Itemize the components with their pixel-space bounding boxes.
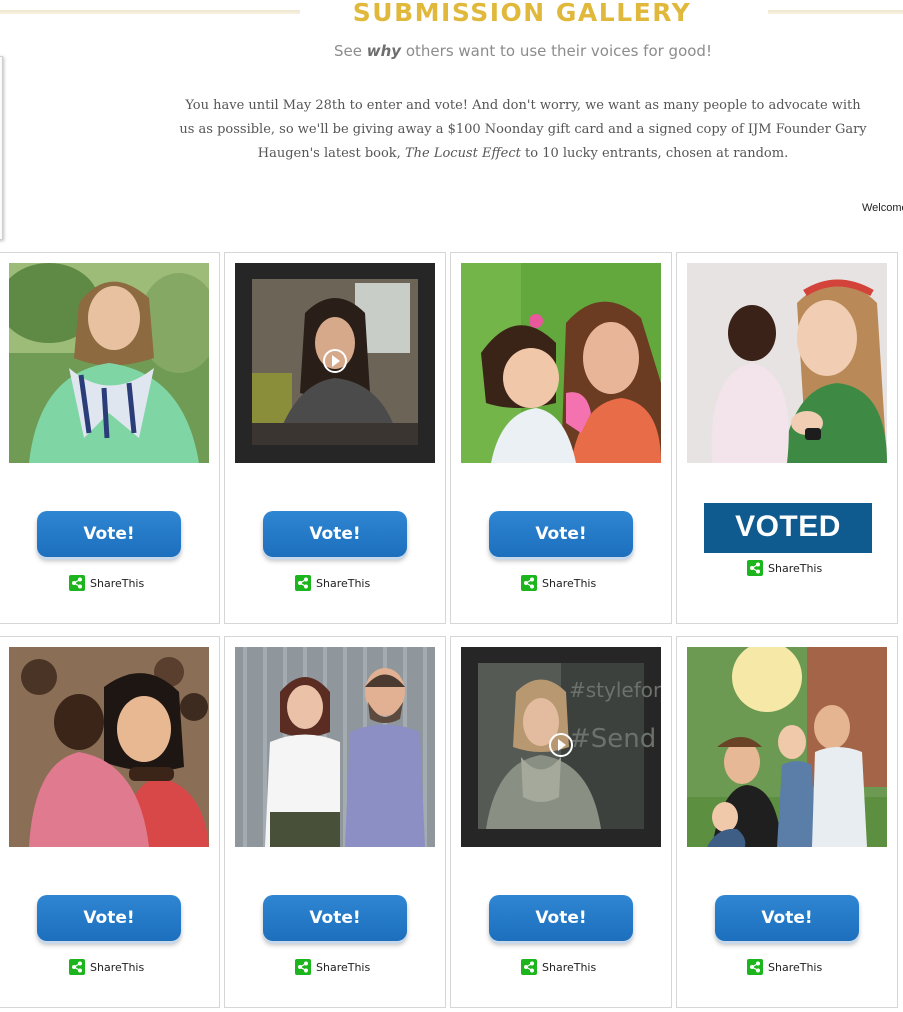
entry-video-2[interactable] (235, 263, 435, 463)
vote-button-5[interactable]: Vote! (37, 895, 181, 941)
voted-badge: VOTED (704, 503, 872, 553)
welcome-text: Welcome (862, 202, 903, 214)
sharethis-link-8[interactable]: ShareThis (747, 959, 822, 975)
vote-button-7[interactable]: Vote! (489, 895, 633, 941)
page-title: SUBMISSION GALLERY (352, 0, 692, 27)
vote-button-3[interactable]: Vote! (489, 511, 633, 557)
entry-card-5: Vote! ShareThis (0, 636, 220, 1008)
intro-text-end: to 10 lucky entrants, chosen at random. (520, 146, 789, 161)
entry-card-3: Vote! ShareThis (450, 252, 672, 624)
entry-video-7[interactable]: #styleforj #Send (461, 647, 661, 847)
svg-text:#styleforj: #styleforj (569, 678, 661, 702)
share-icon (295, 575, 311, 591)
share-icon (521, 575, 537, 591)
entry-photo-6[interactable] (235, 647, 435, 847)
vote-button-1[interactable]: Vote! (37, 511, 181, 557)
page-subtitle: See why others want to use their voices … (0, 42, 903, 60)
contest-intro: You have until May 28th to enter and vot… (176, 94, 870, 166)
share-label: ShareThis (542, 960, 597, 974)
sharethis-link-3[interactable]: ShareThis (521, 575, 596, 591)
vote-button-6[interactable]: Vote! (263, 895, 407, 941)
sharethis-link-4[interactable]: ShareThis (747, 560, 822, 576)
share-label: ShareThis (316, 960, 371, 974)
share-icon (295, 959, 311, 975)
share-label: ShareThis (90, 960, 145, 974)
sharethis-link-5[interactable]: ShareThis (69, 959, 144, 975)
entry-card-1: Vote! ShareThis (0, 252, 220, 624)
vote-button-8[interactable]: Vote! (715, 895, 859, 941)
intro-book-title: The Locust Effect (404, 146, 521, 161)
entry-photo-1[interactable] (9, 263, 209, 463)
entry-photo-8[interactable] (687, 647, 887, 847)
side-panel-edge (0, 56, 3, 240)
svg-text:#Send: #Send (569, 724, 656, 754)
share-icon (69, 959, 85, 975)
share-icon (747, 560, 763, 576)
entry-photo-5[interactable] (9, 647, 209, 847)
subtitle-text-start: See (334, 42, 367, 60)
share-icon (747, 959, 763, 975)
share-icon (69, 575, 85, 591)
share-label: ShareThis (768, 960, 823, 974)
sharethis-link-7[interactable]: ShareThis (521, 959, 596, 975)
sharethis-link-2[interactable]: ShareThis (295, 575, 370, 591)
entry-card-6: Vote! ShareThis (224, 636, 446, 1008)
entry-card-4: VOTED ShareThis (676, 252, 898, 624)
sharethis-link-1[interactable]: ShareThis (69, 575, 144, 591)
entry-card-8: Vote! ShareThis (676, 636, 898, 1008)
vote-button-2[interactable]: Vote! (263, 511, 407, 557)
sharethis-link-6[interactable]: ShareThis (295, 959, 370, 975)
entry-photo-3[interactable] (461, 263, 661, 463)
share-label: ShareThis (542, 576, 597, 590)
share-label: ShareThis (90, 576, 145, 590)
share-icon (521, 959, 537, 975)
entry-card-7: #styleforj #Send Vote! ShareThis (450, 636, 672, 1008)
share-label: ShareThis (316, 576, 371, 590)
subtitle-text-end: others want to use their voices for good… (401, 42, 712, 60)
entry-card-2: Vote! ShareThis (224, 252, 446, 624)
share-label: ShareThis (768, 561, 823, 575)
subtitle-emphasis: why (366, 42, 402, 60)
entry-photo-4[interactable] (687, 263, 887, 463)
